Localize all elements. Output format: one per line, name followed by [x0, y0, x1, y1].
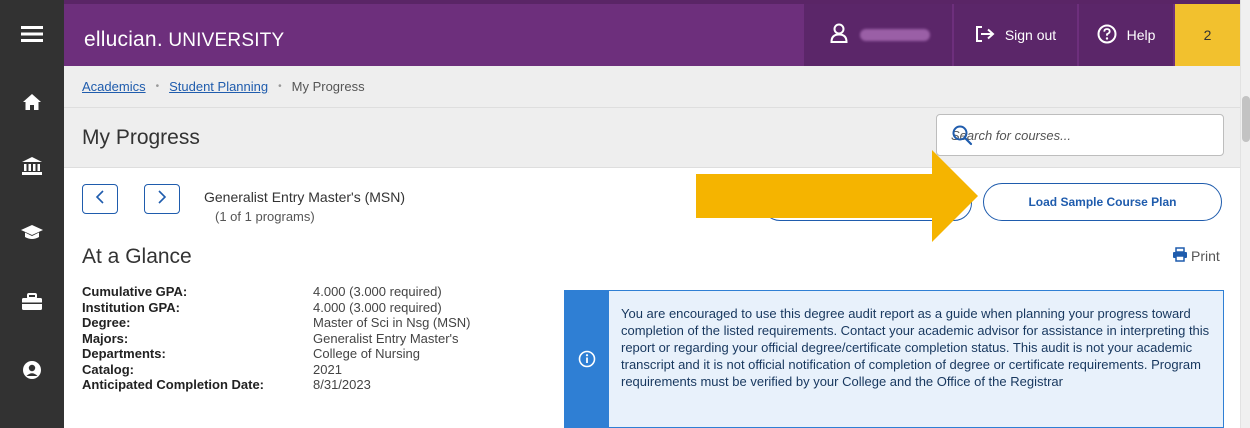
help-label: Help [1126, 27, 1156, 43]
fact-value: 2021 [313, 361, 342, 377]
brand-logo[interactable]: ellucian. UNIVERSITY [84, 28, 284, 52]
notification-badge[interactable]: 2 [1175, 4, 1240, 66]
sign-out-icon [975, 25, 995, 45]
page-header: My Progress Search for courses... [64, 108, 1240, 168]
fact-row: Majors: Generalist Entry Master's [82, 331, 470, 347]
notice-text: You are encouraged to use this degree au… [621, 306, 1210, 389]
chevron-left-icon [95, 189, 105, 209]
fact-value: Master of Sci in Nsg (MSN) [313, 315, 471, 330]
fact-label: Anticipated Completion Date: [82, 377, 265, 392]
user-menu-button[interactable] [804, 4, 952, 66]
breadcrumb-current: My Progress [291, 79, 365, 94]
breadcrumb-separator: • [155, 81, 160, 92]
briefcase-icon[interactable] [0, 282, 64, 322]
print-icon [1172, 247, 1188, 265]
institution-icon[interactable] [0, 146, 64, 186]
previous-program-button[interactable] [82, 184, 118, 214]
user-circle-icon[interactable] [0, 350, 64, 390]
fact-row: Departments: College of Nursing [82, 346, 470, 362]
fact-row: Cumulative GPA: 4.000 (3.000 required) [82, 284, 470, 300]
load-sample-course-plan-button[interactable]: Load Sample Course Plan [983, 183, 1222, 221]
breadcrumb-academics[interactable]: Academics [82, 79, 146, 94]
fact-value: 4.000 (3.000 required) [313, 284, 442, 299]
at-a-glance-heading: At a Glance [82, 245, 192, 268]
breadcrumb-separator: • [278, 81, 282, 92]
fact-row: Institution GPA: 4.000 (3.000 required) [82, 300, 470, 316]
fact-label: Institution GPA: [82, 299, 180, 315]
breadcrumb-student-planning[interactable]: Student Planning [169, 79, 268, 94]
program-name: Generalist Entry Master's (MSN) [204, 189, 406, 205]
help-button[interactable]: Help [1079, 4, 1173, 66]
fact-label: Majors: [82, 330, 129, 346]
fact-label: Cumulative GPA: [82, 284, 188, 299]
sign-out-button[interactable]: Sign out [954, 4, 1077, 66]
graduation-cap-icon[interactable] [0, 212, 64, 252]
help-icon [1097, 24, 1117, 47]
page-scrollbar[interactable] [1240, 0, 1250, 428]
print-link[interactable]: Print [1172, 247, 1220, 265]
fact-value: 4.000 (3.000 required) [313, 299, 442, 315]
user-name-redacted [860, 29, 930, 41]
fact-row: Degree: Master of Sci in Nsg (MSN) [82, 315, 470, 331]
glance-facts: Cumulative GPA: 4.000 (3.000 required) In… [82, 284, 470, 393]
user-icon [830, 23, 848, 48]
fact-value: Generalist Entry Master's [313, 330, 459, 346]
chevron-right-icon [157, 189, 167, 209]
fact-row: Catalog: 2021 [82, 362, 470, 378]
fact-label: Degree: [82, 315, 131, 330]
breadcrumb: Academics • Student Planning • My Progre… [64, 66, 1240, 108]
info-icon [565, 291, 609, 427]
top-bar: ellucian. UNIVERSITY Sign out Help 2 [64, 0, 1240, 66]
home-icon[interactable] [0, 82, 64, 122]
left-nav-bar [0, 0, 64, 428]
search-input[interactable]: Search for courses... [936, 114, 1224, 156]
print-label: Print [1191, 248, 1220, 264]
fact-value: College of Nursing [313, 346, 420, 361]
fact-value: 8/31/2023 [313, 377, 371, 392]
fact-label: Catalog: [82, 361, 134, 377]
annotation-arrow [696, 150, 978, 247]
fact-label: Departments: [82, 346, 166, 361]
program-count: (1 of 1 programs) [215, 209, 315, 224]
next-program-button[interactable] [144, 184, 180, 214]
fact-row: Anticipated Completion Date: 8/31/2023 [82, 377, 470, 393]
search-icon[interactable] [951, 124, 1213, 149]
degree-audit-notice: You are encouraged to use this degree au… [564, 290, 1224, 428]
scrollbar-thumb[interactable] [1242, 96, 1250, 142]
sign-out-label: Sign out [1004, 27, 1057, 43]
page-title: My Progress [82, 126, 200, 149]
menu-icon[interactable] [0, 14, 64, 54]
